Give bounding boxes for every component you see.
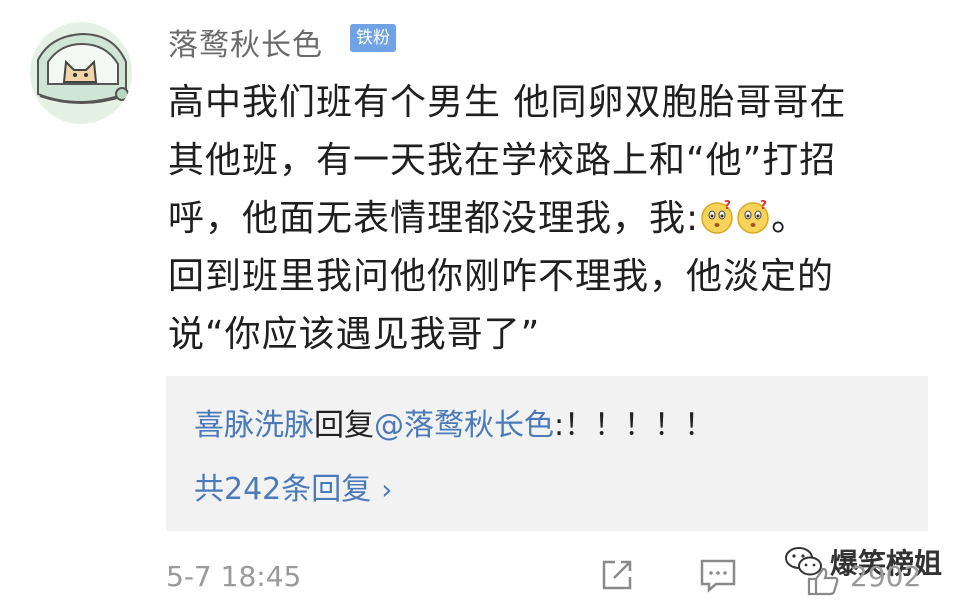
cat-in-car-avatar-image bbox=[30, 22, 132, 124]
comment-text: 高中我们班有个男生 他同卵双胞胎哥哥在 其他班，有一天我在学校路上和“他”打招 … bbox=[168, 74, 928, 364]
comment-line-end: 。 bbox=[771, 198, 809, 239]
comment-timestamp: 5-7 18:45 bbox=[166, 560, 302, 593]
view-all-replies-link[interactable]: 共242条回复 › bbox=[194, 464, 392, 508]
svg-text:?: ? bbox=[724, 200, 732, 212]
like-count: 2902 bbox=[850, 560, 922, 593]
comment-line: 呼，他面无表情理都没理我，我: ? ? 。 bbox=[168, 190, 928, 248]
confused-face-icon: ? bbox=[737, 200, 769, 234]
comment-line: 说“你应该遇见我哥了” bbox=[168, 314, 541, 355]
username[interactable]: 落鹜秋长色 bbox=[168, 20, 323, 64]
chevron-right-icon: › bbox=[381, 473, 393, 506]
reply-count-label: 共242条回复 bbox=[194, 472, 372, 507]
confused-face-icon: ? bbox=[701, 200, 733, 234]
comment-line-text: 呼，他面无表情理都没理我，我: bbox=[168, 198, 700, 239]
comment-icon[interactable] bbox=[698, 556, 738, 594]
fan-badge: 铁粉 bbox=[350, 24, 396, 52]
reply-action: 回复 bbox=[314, 408, 374, 443]
reply-text: :！！！！！ bbox=[554, 408, 715, 443]
reply-mention[interactable]: @落鹜秋长色 bbox=[374, 408, 554, 443]
share-icon[interactable] bbox=[598, 556, 636, 594]
reply-line: 喜脉洗脉回复@落鹜秋长色:！！！！！ bbox=[194, 400, 714, 444]
comment-line: 回到班里我问他你刚咋不理我，他淡定的 bbox=[168, 256, 835, 297]
comment-line: 高中我们班有个男生 他同卵双胞胎哥哥在 bbox=[168, 82, 847, 123]
reply-author[interactable]: 喜脉洗脉 bbox=[194, 408, 314, 443]
svg-text:?: ? bbox=[760, 200, 768, 212]
reply-preview[interactable]: 喜脉洗脉回复@落鹜秋长色:！！！！！ 共242条回复 › bbox=[166, 376, 928, 531]
comment-line: 其他班，有一天我在学校路上和“他”打招 bbox=[168, 140, 837, 181]
like-icon[interactable] bbox=[806, 566, 840, 596]
avatar[interactable] bbox=[30, 22, 132, 124]
